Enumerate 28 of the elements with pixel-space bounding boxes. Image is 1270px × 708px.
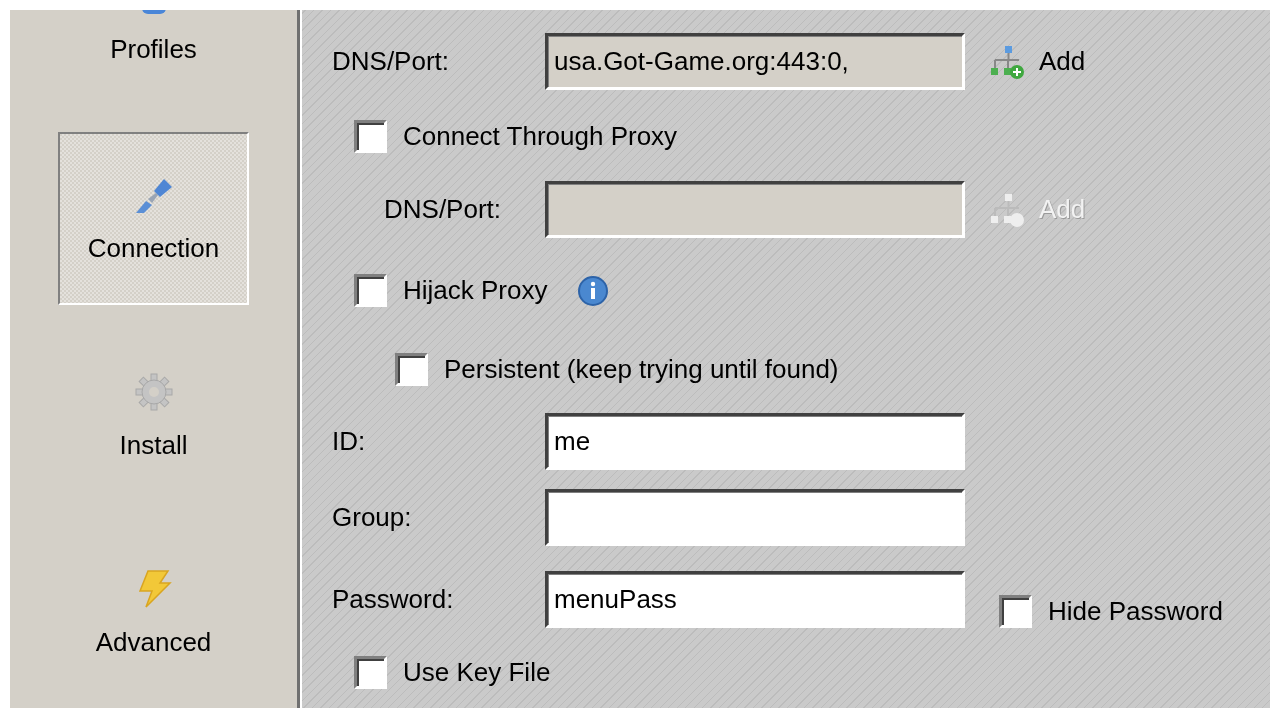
sidebar-item[interactable]: Advanced [58,526,249,699]
checkbox[interactable] [999,595,1032,628]
field-label: DNS/Port: [384,194,502,225]
sidebar-item[interactable]: Connection [58,132,249,305]
info-icon[interactable] [577,274,610,307]
checkbox[interactable] [354,656,387,689]
network-icon [989,191,1025,228]
text-field[interactable]: menuPass [545,571,965,628]
field-label: Group: [332,502,412,533]
field-label: Password: [332,584,454,615]
gear-icon [133,371,174,412]
field-label: DNS/Port: [332,46,450,77]
sidebar-item[interactable]: Profiles [58,10,249,108]
text-field[interactable] [545,489,965,546]
checkbox-label: Hijack Proxy [403,275,548,306]
checkbox-label: Persistent (keep trying until found) [444,354,839,385]
checkbox-label: Hide Password [1048,596,1223,627]
checkbox[interactable] [395,353,428,386]
add-button[interactable]: Add [989,43,1086,80]
network-add-icon [989,43,1025,80]
sidebar-item[interactable]: Install [58,329,249,502]
checkbox-label: Use Key File [403,657,551,688]
checkbox-label: Connect Through Proxy [403,121,678,152]
checkbox[interactable] [354,120,387,153]
text-field[interactable]: usa.Got-Game.org:443:0, [545,33,965,90]
field-label: ID: [332,426,366,457]
checkbox[interactable] [354,274,387,307]
text-field[interactable]: me [545,413,965,470]
